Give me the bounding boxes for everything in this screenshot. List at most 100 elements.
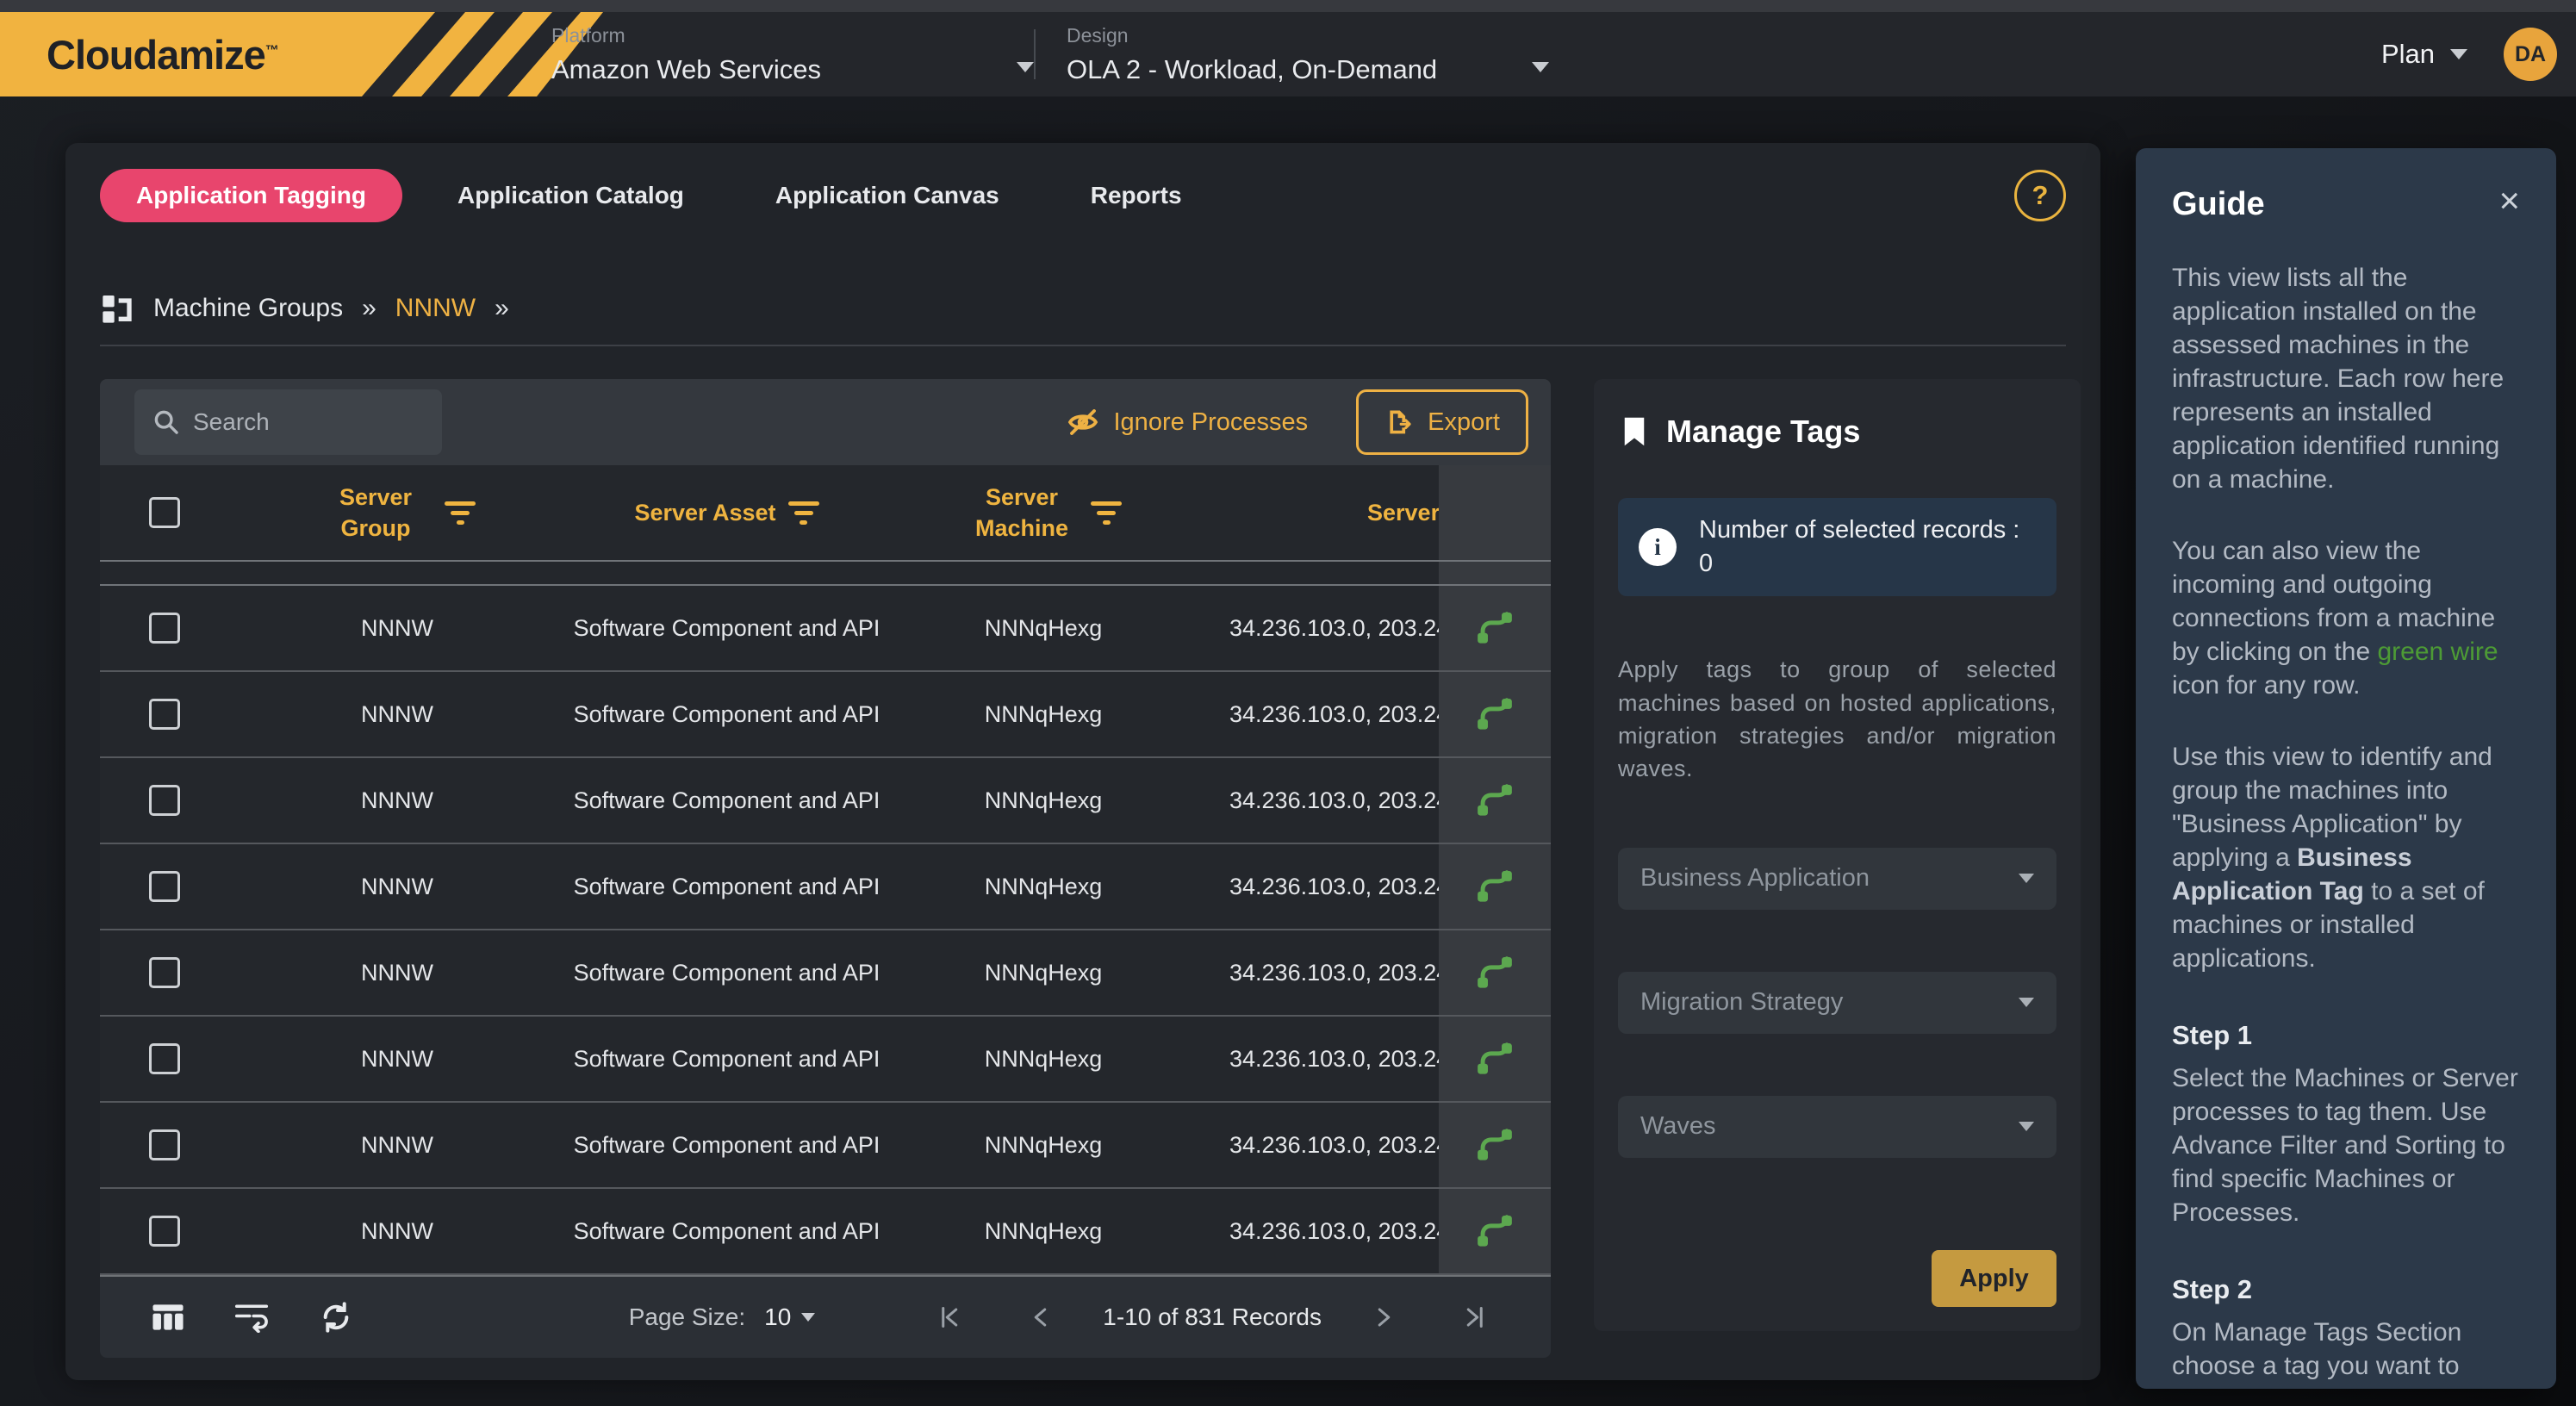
row-checkbox[interactable] [149, 1216, 180, 1247]
processes-table: Ignore Processes Export Server Group Ser [100, 379, 1551, 1358]
filter-icon[interactable] [445, 501, 476, 525]
next-page-button[interactable] [1361, 1304, 1404, 1330]
filter-icon[interactable] [1091, 501, 1122, 525]
row-checkbox[interactable] [149, 613, 180, 644]
tab-application-tagging[interactable]: Application Tagging [100, 169, 402, 222]
tab-application-catalog[interactable]: Application Catalog [421, 169, 720, 222]
server-machine-cell: NNNqHexg [985, 874, 1103, 900]
server-ip-cell: 34.236.103.0, 203.24 [1198, 874, 1439, 900]
user-avatar[interactable]: DA [2504, 28, 2557, 81]
apply-button[interactable]: Apply [1932, 1250, 2056, 1307]
connections-wire-icon[interactable] [1439, 672, 1551, 756]
column-header-server-machine: Server Machine [965, 482, 1079, 544]
selected-records-text: Number of selected records : 0 [1699, 513, 2036, 581]
connections-wire-icon[interactable] [1439, 844, 1551, 929]
screen: { "header": { "brand": "Cloudamize", "br… [0, 0, 2576, 1406]
green-wire-mention: green wire [2377, 638, 2498, 666]
tab-application-canvas[interactable]: Application Canvas [739, 169, 1036, 222]
migration-strategy-dropdown[interactable]: Migration Strategy [1618, 972, 2056, 1034]
platform-label: Platform [551, 24, 1034, 47]
cloudamize-logo: Cloudamize™ [0, 12, 603, 96]
platform-value: Amazon Web Services [551, 54, 1034, 85]
page-size-dropdown[interactable]: 10 [764, 1303, 815, 1331]
server-group-cell: NNNW [361, 1132, 433, 1159]
waves-dropdown[interactable]: Waves [1618, 1096, 2056, 1158]
platform-selector[interactable]: Platform Amazon Web Services [551, 24, 1034, 85]
search-input[interactable] [193, 408, 408, 436]
help-button[interactable]: ? [2014, 170, 2066, 221]
design-selector[interactable]: Design OLA 2 - Workload, On-Demand [1067, 24, 1549, 85]
table-row: NNNW Software Component and API NNNqHexg… [100, 1103, 1551, 1189]
table-header-row: Server Group Server Asset Server Machine… [100, 465, 1551, 562]
wrap-text-icon[interactable] [234, 1302, 269, 1333]
server-asset-cell: Software Component and API [574, 701, 880, 728]
server-asset-cell: Software Component and API [574, 1218, 880, 1245]
chevron-down-icon [2019, 1122, 2034, 1131]
server-group-cell: NNNW [361, 874, 433, 900]
select-all-checkbox[interactable] [149, 497, 180, 528]
server-group-cell: NNNW [361, 787, 433, 814]
search-box[interactable] [134, 389, 442, 455]
design-label: Design [1067, 24, 1549, 47]
refresh-icon[interactable] [319, 1300, 353, 1334]
close-icon[interactable]: × [2498, 186, 2520, 215]
guide-paragraph-2: You can also view the incoming and outgo… [2172, 534, 2520, 702]
connections-wire-icon[interactable] [1439, 758, 1551, 843]
connections-wire-icon[interactable] [1439, 1189, 1551, 1273]
connections-wire-icon[interactable] [1439, 1017, 1551, 1101]
ignore-processes-button[interactable]: Ignore Processes [1066, 405, 1309, 439]
filter-icon[interactable] [788, 501, 819, 525]
connections-wire-icon[interactable] [1439, 586, 1551, 670]
row-checkbox[interactable] [149, 1129, 180, 1160]
export-button[interactable]: Export [1356, 389, 1528, 455]
row-checkbox[interactable] [149, 957, 180, 988]
server-machine-cell: NNNqHexg [985, 960, 1103, 986]
guide-panel: Guide × This view lists all the applicat… [2136, 148, 2556, 1389]
connections-wire-icon[interactable] [1439, 1103, 1551, 1187]
column-header-server-group: Server Group [319, 482, 432, 544]
row-checkbox[interactable] [149, 871, 180, 902]
server-machine-cell: NNNqHexg [985, 1218, 1103, 1245]
row-checkbox[interactable] [149, 785, 180, 816]
business-application-dropdown[interactable]: Business Application [1618, 848, 2056, 910]
previous-page-button[interactable] [1020, 1304, 1063, 1330]
table-pagination: Page Size: 10 1-10 of 831 Records [100, 1275, 1551, 1358]
selected-records-info: i Number of selected records : 0 [1618, 498, 2056, 596]
server-group-cell: NNNW [361, 615, 433, 642]
server-group-cell: NNNW [361, 1046, 433, 1073]
chevron-down-icon [2019, 998, 2034, 1007]
server-ip-cell: 34.236.103.0, 203.24 [1198, 1046, 1439, 1073]
breadcrumb-separator: » [495, 294, 509, 323]
last-page-button[interactable] [1453, 1304, 1496, 1330]
export-icon [1384, 407, 1414, 437]
row-checkbox[interactable] [149, 1043, 180, 1074]
columns-icon[interactable] [152, 1302, 184, 1333]
info-icon: i [1639, 528, 1677, 566]
table-row: NNNW Software Component and API NNNqHexg… [100, 930, 1551, 1017]
chevron-down-icon [801, 1313, 815, 1322]
breadcrumb-current[interactable]: NNNW [395, 294, 476, 323]
manage-tags-title: Manage Tags [1666, 414, 1860, 450]
chevron-down-icon [2450, 49, 2467, 59]
chevron-down-icon [1532, 62, 1549, 72]
connections-wire-icon[interactable] [1439, 930, 1551, 1015]
first-page-button[interactable] [929, 1304, 972, 1330]
eye-off-icon [1066, 405, 1100, 439]
row-checkbox[interactable] [149, 699, 180, 730]
server-asset-cell: Software Component and API [574, 874, 880, 900]
bookmark-icon [1621, 415, 1647, 448]
server-machine-cell: NNNqHexg [985, 701, 1103, 728]
action-column-header [1439, 465, 1551, 560]
server-ip-cell: 34.236.103.0, 203.24 [1198, 615, 1439, 642]
server-asset-cell: Software Component and API [574, 787, 880, 814]
server-ip-cell: 34.236.103.0, 203.24 [1198, 1218, 1439, 1245]
server-ip-cell: 34.236.103.0, 203.24 [1198, 701, 1439, 728]
tab-reports[interactable]: Reports [1055, 169, 1218, 222]
server-group-cell: NNNW [361, 701, 433, 728]
breadcrumb-root[interactable]: Machine Groups [153, 294, 343, 323]
plan-label: Plan [2381, 39, 2435, 70]
server-asset-cell: Software Component and API [574, 960, 880, 986]
guide-step1-text: Select the Machines or Server processes … [2172, 1061, 2520, 1229]
tab-bar: Application Tagging Application Catalog … [100, 169, 2066, 222]
plan-menu[interactable]: Plan [2381, 39, 2467, 70]
